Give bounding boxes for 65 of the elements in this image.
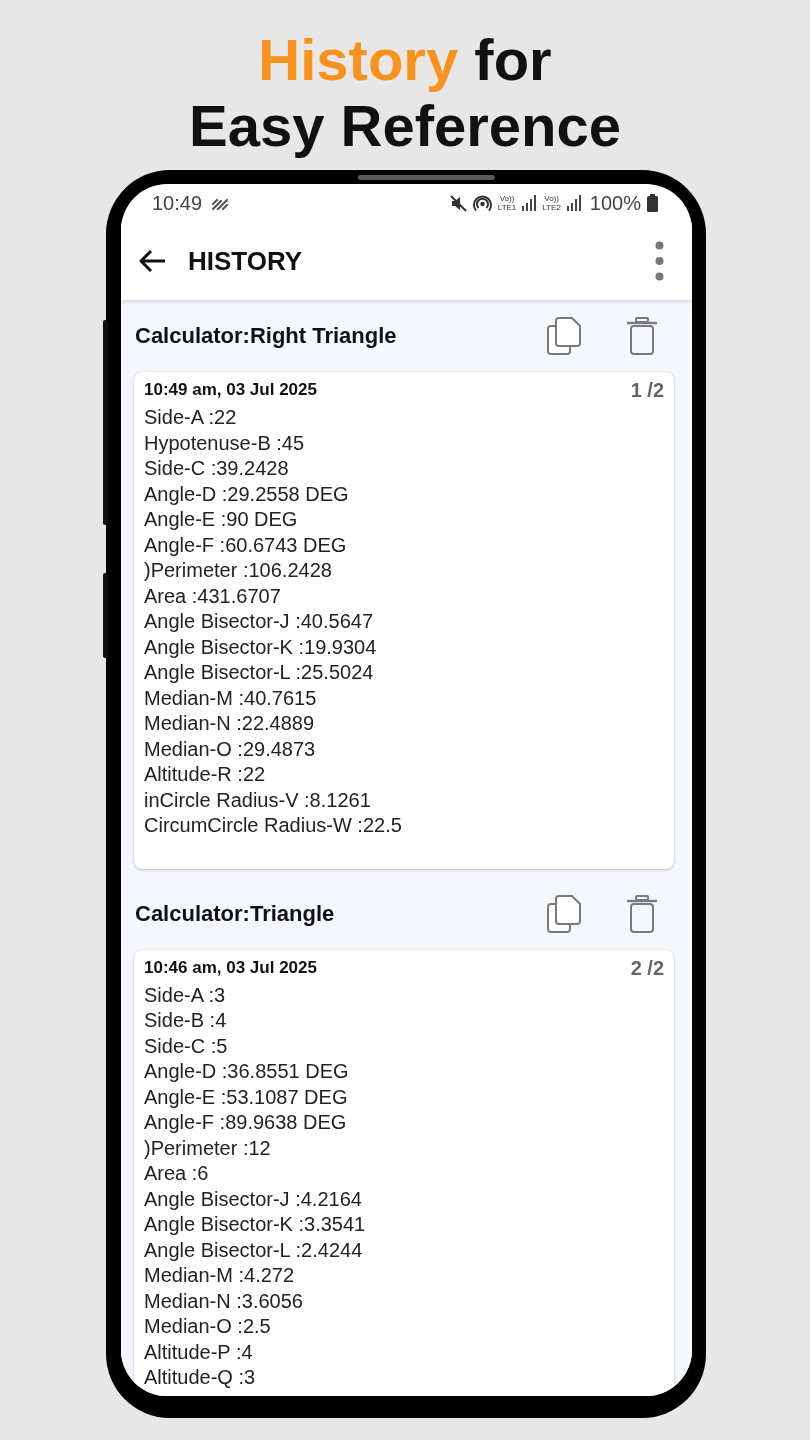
result-line: )Perimeter :12 (144, 1135, 271, 1161)
result-line: Median-N :22.4889 (144, 711, 315, 736)
delete-button[interactable] (626, 317, 658, 355)
signal-icon (566, 195, 581, 211)
record-position: 1 /2 (630, 379, 664, 401)
result-line: )Perimeter :106.2428 (144, 558, 332, 583)
timestamp: 10:49 am, 03 Jul 2025 (144, 379, 317, 401)
copy-icon (547, 317, 581, 355)
result-line: Angle Bisector-J :4.2164 (144, 1186, 362, 1212)
result-line: Altitude-P :4 (144, 1339, 253, 1365)
result-line: Median-N :3.6056 (144, 1288, 303, 1314)
result-line: Angle Bisector-L :25.5024 (144, 660, 374, 685)
copy-icon (547, 894, 581, 933)
result-line: inCircle Radius-V :8.1261 (144, 787, 371, 813)
kebab-icon (655, 241, 664, 281)
network-label: LTE1 (497, 203, 517, 212)
result-line: Median-M :40.7615 (144, 685, 317, 711)
result-line: Angle Bisector-J :40.5647 (144, 609, 374, 634)
hotspot-icon (472, 194, 492, 212)
result-line: Angle-F :60.6743 DEG (144, 532, 347, 558)
copy-button[interactable] (547, 894, 581, 933)
result-line: Area :431.6707 (144, 583, 281, 609)
volte-label: Vo)) (499, 194, 515, 203)
delete-button[interactable] (626, 894, 658, 933)
trash-icon (626, 894, 658, 933)
slanted-lines-icon (211, 196, 230, 210)
mute-icon (449, 194, 467, 212)
screen-title: HISTORY (188, 246, 304, 276)
result-line: Angle-F :89.9638 DEG (144, 1110, 347, 1135)
result-line: Angle Bisector-K :19.9304 (144, 634, 377, 660)
result-line: Side-C :5 (144, 1033, 228, 1059)
battery-percent: 100% (589, 192, 641, 214)
result-line: Altitude-R :22 (144, 762, 266, 787)
trash-icon (626, 317, 658, 355)
result-line: Angle-E :53.1087 DEG (144, 1084, 348, 1110)
result-line: Altitude-Q :3 (144, 1365, 256, 1390)
result-line: Median-O :29.4873 (144, 736, 316, 762)
timestamp: 10:46 am, 03 Jul 2025 (144, 956, 317, 979)
result-line: Angle-D :36.8551 DEG (144, 1059, 349, 1084)
headline: History for Easy Reference (188, 27, 622, 159)
network-label: LTE2 (542, 203, 561, 212)
status-time: 10:49 (152, 192, 203, 214)
result-line: Angle-D :29.2558 DEG (144, 481, 349, 507)
more-button[interactable] (655, 241, 664, 281)
copy-button[interactable] (547, 317, 581, 355)
result-line: Area :6 (144, 1161, 209, 1186)
result-line: CircumCircle Radius-W :22.5 (144, 813, 402, 838)
result-line: Median-O :2.5 (144, 1314, 271, 1339)
record-title: Calculator:Triangle (135, 900, 336, 927)
result-line: Side-A :22 (144, 405, 237, 430)
result-line: Side-B :4 (144, 1008, 227, 1033)
record-position: 2 /2 (630, 956, 664, 979)
result-line: Angle-E :90 DEG (144, 507, 298, 532)
battery-icon (647, 194, 658, 212)
record-title: Calculator:Right Triangle (135, 323, 398, 349)
result-line: Angle Bisector-L :2.4244 (144, 1237, 363, 1263)
back-button[interactable] (138, 249, 166, 273)
result-line: Side-C :39.2428 (144, 456, 289, 481)
volte-label: Vo)) (544, 194, 559, 203)
back-arrow-icon (138, 249, 166, 273)
result-line: Median-M :4.272 (144, 1263, 295, 1288)
result-line: Side-A :3 (144, 982, 226, 1008)
result-line: Angle Bisector-K :3.3541 (144, 1212, 366, 1237)
signal-icon (522, 195, 537, 211)
result-line: Hypotenuse-B :45 (144, 430, 305, 456)
